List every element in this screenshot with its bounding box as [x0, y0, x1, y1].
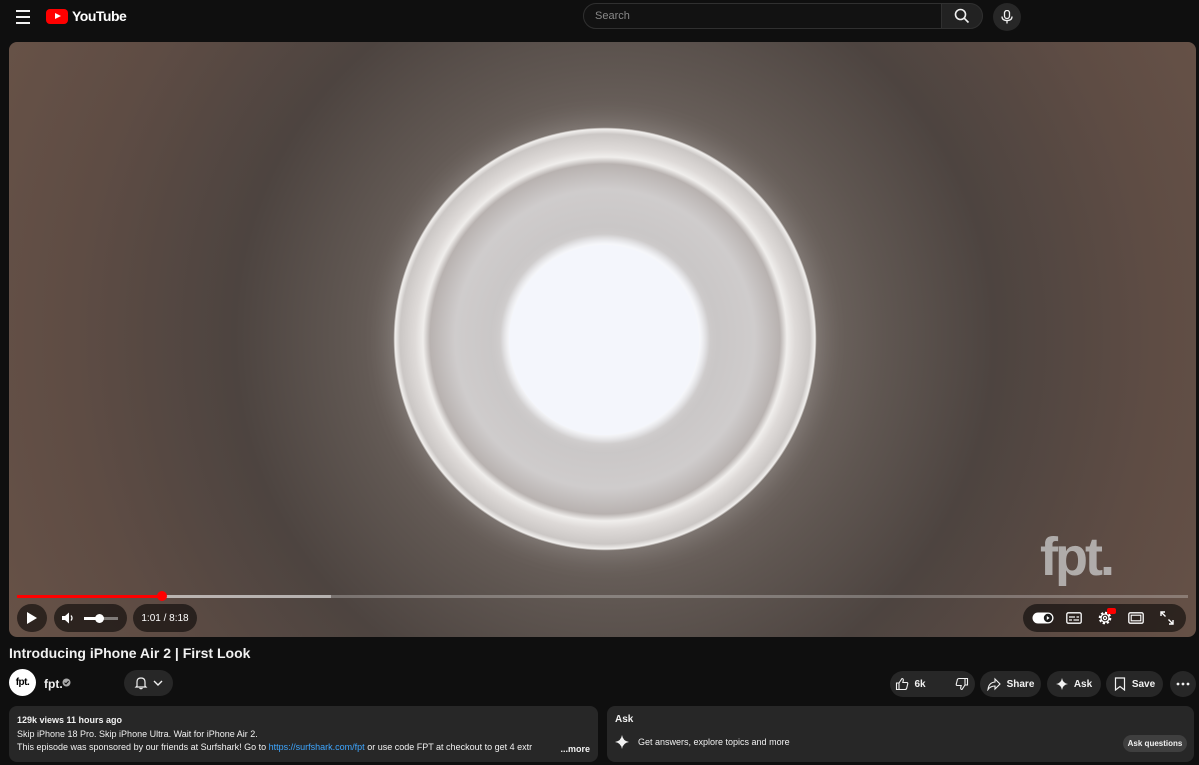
- description-sponsor-line: This episode was sponsored by our friend…: [17, 741, 590, 755]
- save-bookmark-icon: [1114, 677, 1125, 691]
- sparkle-icon: [615, 735, 629, 749]
- chevron-down-icon: [153, 680, 162, 686]
- theater-mode-icon: [1127, 612, 1144, 624]
- play-icon: [27, 612, 37, 624]
- search-button[interactable]: [941, 3, 983, 29]
- description-box[interactable]: 129k views 11 hours ago Skip iPhone 18 P…: [9, 706, 598, 762]
- ask-label: Ask: [1073, 678, 1093, 690]
- ask-button[interactable]: Ask: [1047, 671, 1101, 697]
- channel-watermark: fpt.: [1040, 527, 1115, 587]
- view-count-and-date: 129k views 11 hours ago: [17, 715, 123, 725]
- progress-played: [17, 595, 163, 598]
- volume-slider[interactable]: [84, 613, 118, 623]
- channel-avatar[interactable]: fpt.: [9, 669, 36, 696]
- channel-name[interactable]: fpt.: [44, 677, 63, 691]
- top-bar: YouTube: [0, 0, 1199, 34]
- play-button[interactable]: [17, 604, 47, 632]
- share-button[interactable]: Share: [980, 671, 1041, 697]
- like-button[interactable]: 6k: [887, 671, 934, 697]
- thumbs-up-icon: [896, 677, 909, 691]
- description-sponsor-prefix: This episode was sponsored by our friend…: [17, 742, 269, 752]
- voice-search-button[interactable]: [993, 3, 1021, 31]
- dislike-button[interactable]: [947, 671, 978, 697]
- verified-check-icon: [62, 678, 71, 687]
- time-display: 1:01 / 8:18: [133, 604, 197, 632]
- volume-icon: [62, 612, 73, 624]
- sponsor-link[interactable]: https://surfshark.com/fpt: [269, 742, 365, 752]
- autoplay-toggle[interactable]: [1031, 606, 1055, 630]
- video-frame-lens-center: [509, 245, 699, 435]
- ask-panel: Ask Get answers, explore topics and more…: [607, 706, 1194, 762]
- description-sponsor-suffix: or use code FPT at checkout to get 4 ext…: [364, 742, 533, 752]
- bell-icon: [134, 677, 147, 690]
- settings-button[interactable]: [1093, 606, 1117, 630]
- youtube-logo[interactable]: YouTube: [46, 8, 127, 24]
- volume-control: [54, 604, 127, 632]
- hamburger-menu-icon[interactable]: [12, 6, 34, 28]
- progress-scrubber-handle[interactable]: [157, 591, 168, 601]
- fullscreen-icon: [1159, 611, 1174, 625]
- logo-text: YouTube: [72, 8, 127, 24]
- sparkle-icon: [1055, 678, 1068, 690]
- progress-bar[interactable]: [17, 591, 1188, 601]
- fullscreen-button[interactable]: [1155, 606, 1179, 630]
- search-input[interactable]: [583, 3, 942, 29]
- youtube-play-logo-icon: [46, 8, 68, 24]
- description-line: Skip iPhone 18 Pro. Skip iPhone Ultra. W…: [17, 728, 258, 739]
- video-title: Introducing iPhone Air 2 | First Look: [9, 645, 251, 661]
- theater-mode-button[interactable]: [1124, 606, 1148, 630]
- ask-questions-button[interactable]: Ask questions: [1123, 735, 1187, 752]
- share-label: Share: [1006, 678, 1035, 690]
- microphone-icon: [1001, 10, 1013, 24]
- video-player[interactable]: fpt. 1:01 / 8:18: [9, 42, 1196, 637]
- player-right-controls: [1023, 604, 1186, 632]
- more-actions-button[interactable]: [1170, 671, 1196, 697]
- save-button[interactable]: Save: [1106, 671, 1163, 697]
- save-label: Save: [1131, 678, 1156, 690]
- like-count: 6k: [914, 678, 926, 690]
- ask-panel-title: Ask: [615, 714, 634, 725]
- autoplay-toggle-icon: [1032, 612, 1053, 624]
- mute-button[interactable]: [60, 606, 76, 630]
- subtitles-icon: [1065, 612, 1082, 624]
- subtitles-button[interactable]: [1062, 606, 1086, 630]
- description-more-button[interactable]: ...more: [556, 742, 590, 756]
- share-icon: [986, 677, 1001, 691]
- like-dislike-group: 6k: [890, 671, 975, 697]
- search-icon: [954, 8, 970, 24]
- hd-badge-icon: [1106, 608, 1116, 614]
- thumbs-down-icon: [955, 677, 968, 691]
- notification-bell-button[interactable]: [124, 670, 173, 696]
- volume-slider-handle[interactable]: [95, 613, 105, 623]
- more-horizontal-icon: [1176, 682, 1190, 686]
- ask-panel-prompt: Get answers, explore topics and more: [638, 737, 790, 747]
